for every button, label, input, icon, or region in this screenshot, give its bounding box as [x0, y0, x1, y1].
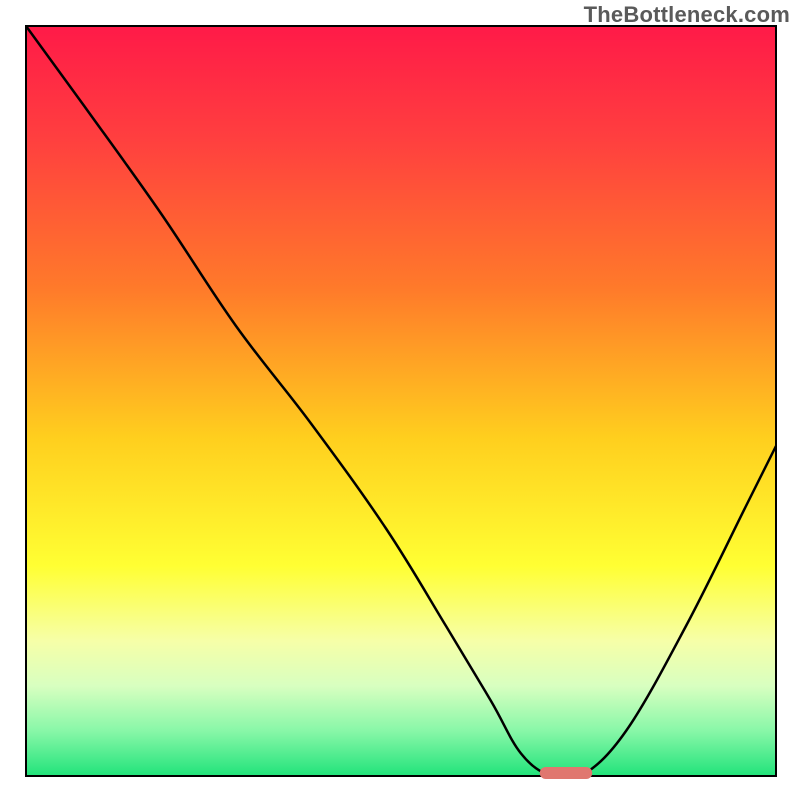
chart-frame: TheBottleneck.com [0, 0, 800, 800]
watermark-text: TheBottleneck.com [584, 2, 790, 28]
optimal-range-marker [540, 767, 593, 779]
bottleneck-chart [0, 0, 800, 800]
heat-gradient-background [26, 26, 776, 776]
